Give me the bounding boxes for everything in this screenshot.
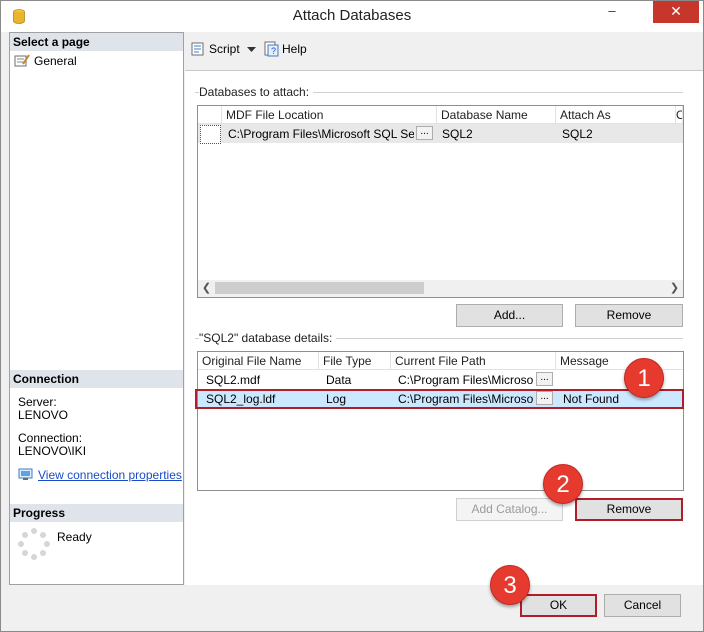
column-file-type[interactable]: File Type (319, 352, 391, 370)
attach-databases-dialog: Attach Databases – ✕ Select a page Gener… (0, 0, 704, 632)
callout-badge-3: 3 (490, 565, 530, 605)
scroll-thumb[interactable] (215, 282, 424, 294)
row-header-corner (198, 106, 222, 124)
properties-icon (18, 468, 33, 480)
ok-button[interactable]: OK (520, 594, 597, 617)
column-current-file-path[interactable]: Current File Path (391, 352, 556, 370)
add-catalog-button[interactable]: Add Catalog... (456, 498, 563, 521)
column-message[interactable]: Message (556, 352, 683, 370)
help-button[interactable]: ? Help (263, 41, 307, 57)
dialog-footer: OK Cancel (1, 586, 703, 631)
help-label: Help (282, 42, 307, 56)
server-value: LENOVO (18, 408, 69, 422)
attach-as-cell[interactable]: SQL2 (558, 124, 676, 143)
details-grid-header: Original File Name File Type Current Fil… (198, 352, 683, 370)
scroll-left-icon[interactable]: ❮ (198, 280, 215, 297)
general-page: Databases to attach: MDF File Location D… (185, 70, 703, 585)
page-item-label: General (34, 54, 77, 68)
script-icon (191, 42, 204, 56)
close-button[interactable]: ✕ (653, 1, 699, 23)
databases-to-attach-label: Databases to attach: (199, 85, 314, 99)
database-details-grid: Original File Name File Type Current Fil… (197, 351, 684, 491)
right-pane: Script ? Help Databases to attach: MDF F… (185, 32, 703, 585)
file-path-cell: C:\Program Files\Microso... (398, 373, 534, 387)
database-name-cell[interactable]: SQL2 (438, 124, 556, 143)
mdf-location-cell: C:\Program Files\Microsoft SQL Ser... (228, 127, 414, 141)
browse-mdf-button[interactable]: ... (416, 126, 433, 140)
title-bar: Attach Databases – ✕ (1, 1, 703, 32)
svg-text:?: ? (271, 46, 276, 56)
highlight-box (195, 389, 684, 409)
toolbar: Script ? Help (185, 32, 703, 66)
view-connection-properties[interactable]: View connection properties (18, 468, 182, 482)
connection-value: LENOVO\IKI (18, 444, 87, 458)
remove-file-button[interactable]: Remove (575, 498, 683, 521)
table-row[interactable]: SQL2.mdf Data C:\Program Files\Microso..… (198, 370, 683, 389)
wrench-page-icon (14, 54, 30, 67)
script-dropdown-button[interactable] (247, 42, 256, 56)
connection-header: Connection (10, 370, 183, 388)
script-button[interactable]: Script (190, 41, 240, 57)
chevron-down-icon (247, 47, 256, 52)
window-title: Attach Databases (292, 7, 412, 24)
add-button[interactable]: Add... (456, 304, 563, 327)
scroll-right-icon[interactable]: ❯ (666, 280, 683, 297)
file-name-cell: SQL2.mdf (206, 373, 261, 387)
column-original-file-name[interactable]: Original File Name (198, 352, 319, 370)
horizontal-scrollbar[interactable]: ❮ ❯ (198, 280, 683, 297)
column-owner[interactable]: O (676, 106, 683, 124)
row-selector[interactable] (200, 125, 221, 144)
callout-badge-2: 2 (543, 464, 583, 504)
view-connection-properties-link[interactable]: View connection properties (38, 468, 182, 482)
database-details-label: "SQL2" database details: (199, 331, 337, 345)
column-attach-as[interactable]: Attach As (556, 106, 676, 124)
page-item-general[interactable]: General (14, 54, 77, 68)
file-type-cell: Data (326, 373, 352, 387)
remove-database-button[interactable]: Remove (575, 304, 683, 327)
callout-badge-1: 1 (624, 358, 664, 398)
table-row[interactable]: C:\Program Files\Microsoft SQL Ser... ..… (198, 124, 683, 144)
left-pane: Select a page General Connection Server:… (9, 32, 184, 585)
column-database-name[interactable]: Database Name (437, 106, 556, 124)
databases-grid-header: MDF File Location Database Name Attach A… (198, 106, 683, 124)
minimize-button[interactable]: – (599, 1, 625, 23)
browse-file-button[interactable]: ... (536, 372, 553, 386)
script-label: Script (209, 42, 240, 56)
cancel-button[interactable]: Cancel (604, 594, 681, 617)
column-mdf-file-location[interactable]: MDF File Location (222, 106, 437, 124)
progress-header: Progress (10, 504, 183, 522)
databases-grid: MDF File Location Database Name Attach A… (197, 105, 684, 298)
help-icon: ? (264, 41, 279, 57)
select-page-header: Select a page (10, 33, 183, 51)
progress-spinner-icon (18, 528, 50, 560)
progress-status: Ready (57, 530, 92, 544)
